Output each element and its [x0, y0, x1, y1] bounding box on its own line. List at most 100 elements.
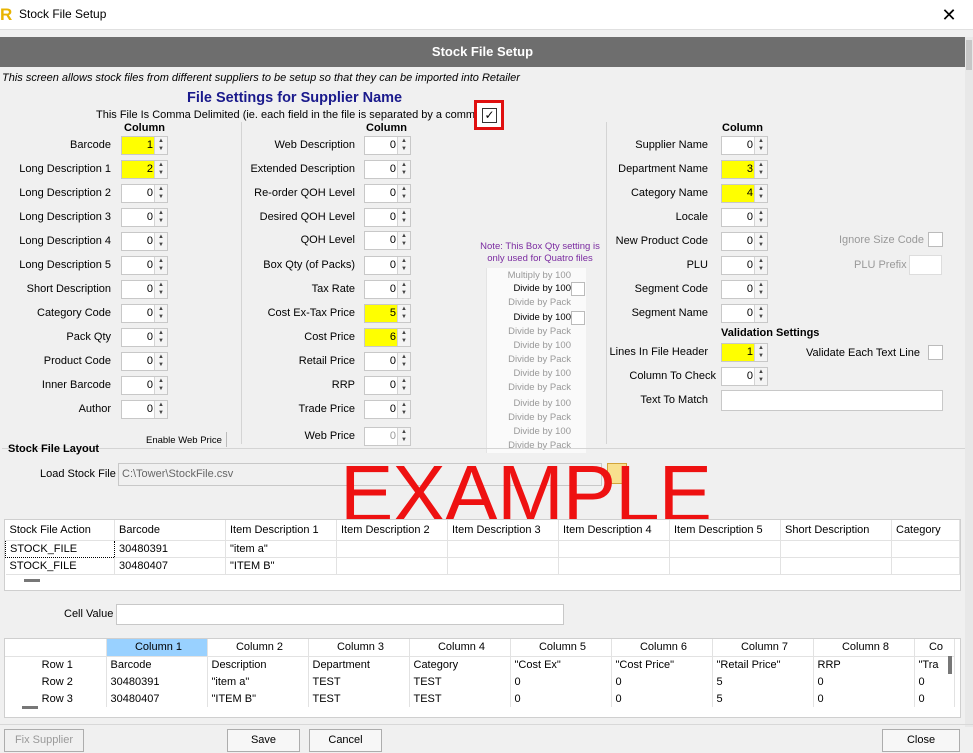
table-row[interactable]: STOCK_FILE 30480391 "item a" [5, 539, 960, 558]
box-qty-checkbox[interactable] [571, 311, 585, 325]
spin-down-icon[interactable]: ▼ [755, 289, 767, 297]
table-cell[interactable]: "ITEM B" [207, 690, 309, 707]
row-label[interactable]: Row 1 [5, 656, 107, 673]
spin-up-icon[interactable]: ▲ [755, 305, 767, 313]
spin-down-icon[interactable]: ▼ [755, 352, 767, 360]
spinner-arrows[interactable]: ▲ ▼ [754, 137, 767, 154]
table-cell[interactable]: TEST [308, 690, 410, 707]
table-cell[interactable] [669, 540, 781, 558]
spin-up-icon[interactable]: ▲ [398, 428, 410, 436]
column-spinner[interactable]: 0 ▲ ▼ [721, 136, 768, 155]
box-qty-option[interactable]: Divide by 100 [487, 312, 571, 323]
table-cell[interactable]: 0 [510, 673, 612, 690]
box-qty-checkbox[interactable] [571, 282, 585, 296]
column-header[interactable]: Column 3 [308, 639, 410, 657]
spinner-arrows[interactable]: ▲ ▼ [154, 233, 167, 250]
spin-down-icon[interactable]: ▼ [398, 217, 410, 225]
column-spinner[interactable]: 0 ▲ ▼ [721, 280, 768, 299]
spin-down-icon[interactable]: ▼ [398, 193, 410, 201]
table-cell[interactable] [447, 557, 559, 575]
box-qty-option[interactable]: Divide by 100 [487, 368, 571, 379]
table-cell[interactable]: STOCK_FILE [5, 557, 115, 575]
table-cell[interactable]: TEST [409, 673, 511, 690]
spin-up-icon[interactable]: ▲ [155, 377, 167, 385]
table-cell[interactable] [558, 557, 670, 575]
table-cell[interactable]: 30480391 [106, 673, 208, 690]
spinner-arrows[interactable]: ▲ ▼ [397, 428, 410, 445]
spinner-arrows[interactable]: ▲ ▼ [397, 377, 410, 394]
lines-in-header-spinner[interactable]: 1 ▲ ▼ [721, 343, 768, 362]
comma-delimited-checkbox[interactable]: ✓ [482, 108, 497, 123]
spinner-arrows[interactable]: ▲ ▼ [754, 161, 767, 178]
column-header[interactable]: Column 7 [712, 639, 814, 657]
spin-down-icon[interactable]: ▼ [398, 240, 410, 248]
spin-down-icon[interactable]: ▼ [155, 313, 167, 321]
spin-down-icon[interactable]: ▼ [155, 241, 167, 249]
spin-up-icon[interactable]: ▲ [155, 353, 167, 361]
table-cell[interactable] [669, 557, 781, 575]
spinner-arrows[interactable]: ▲ ▼ [397, 137, 410, 154]
table-cell[interactable] [447, 540, 559, 558]
column-spinner[interactable]: 0 ▲ ▼ [721, 256, 768, 275]
table-cell[interactable]: "item a" [207, 673, 309, 690]
spin-up-icon[interactable]: ▲ [155, 401, 167, 409]
spin-down-icon[interactable]: ▼ [155, 265, 167, 273]
row-label[interactable]: Row 2 [5, 673, 107, 690]
spin-up-icon[interactable]: ▲ [755, 281, 767, 289]
table-row[interactable]: STOCK_FILE 30480407 "ITEM B" [5, 557, 960, 575]
box-qty-option[interactable]: Divide by Pack [487, 354, 571, 365]
validate-each-checkbox[interactable] [928, 345, 943, 360]
column-spinner[interactable]: 0 ▲ ▼ [121, 256, 168, 275]
spin-down-icon[interactable]: ▼ [155, 169, 167, 177]
box-qty-option[interactable]: Divide by 100 [487, 283, 571, 294]
column-spinner[interactable]: 0 ▲ ▼ [121, 328, 168, 347]
column-header[interactable]: Column 2 [207, 639, 309, 657]
spinner-arrows[interactable]: ▲ ▼ [154, 209, 167, 226]
spinner-arrows[interactable]: ▲ ▼ [754, 185, 767, 202]
table-cell[interactable] [558, 540, 670, 558]
spinner-arrows[interactable]: ▲ ▼ [154, 257, 167, 274]
spin-down-icon[interactable]: ▼ [755, 313, 767, 321]
spinner-arrows[interactable]: ▲ ▼ [397, 161, 410, 178]
table-cell[interactable]: STOCK_FILE [5, 539, 115, 558]
stock-file-grid[interactable]: Stock File Action Barcode Item Description… [4, 519, 961, 591]
table-cell[interactable]: 5 [712, 690, 814, 707]
spin-down-icon[interactable]: ▼ [398, 265, 410, 273]
column-spinner[interactable]: 2 ▲ ▼ [121, 160, 168, 179]
spinner-arrows[interactable]: ▲ ▼ [397, 401, 410, 418]
column-header[interactable]: Item Description 3 [447, 520, 559, 541]
table-cell[interactable]: 30480407 [106, 690, 208, 707]
spinner-arrows[interactable]: ▲ ▼ [154, 137, 167, 154]
spin-up-icon[interactable]: ▲ [155, 281, 167, 289]
box-qty-option[interactable]: Multiply by 100 [487, 270, 571, 281]
column-header[interactable]: Category [891, 520, 960, 541]
spinner-arrows[interactable]: ▲ ▼ [397, 209, 410, 226]
column-spinner[interactable]: 0 ▲ ▼ [364, 376, 411, 395]
raw-data-grid[interactable]: Column 1 Column 2 Column 3 Column 4 Column 5… [4, 638, 961, 718]
column-spinner[interactable]: 0 ▲ ▼ [364, 184, 411, 203]
column-header[interactable]: Co [914, 639, 955, 657]
table-cell[interactable]: Category [409, 656, 511, 673]
cell-value-input[interactable] [116, 604, 564, 625]
spin-down-icon[interactable]: ▼ [755, 193, 767, 201]
grid-scroll-indicator[interactable] [24, 579, 40, 582]
spin-down-icon[interactable]: ▼ [755, 376, 767, 384]
ignore-size-code-checkbox[interactable] [928, 232, 943, 247]
column-spinner[interactable]: 0 ▲ ▼ [121, 208, 168, 227]
spin-up-icon[interactable]: ▲ [155, 209, 167, 217]
table-cell[interactable]: "item a" [225, 540, 337, 558]
table-cell[interactable]: 0 [813, 673, 915, 690]
spinner-arrows[interactable]: ▲ ▼ [154, 305, 167, 322]
box-qty-option[interactable]: Divide by Pack [487, 326, 571, 337]
spin-up-icon[interactable]: ▲ [755, 257, 767, 265]
spin-down-icon[interactable]: ▼ [398, 145, 410, 153]
spinner-arrows[interactable]: ▲ ▼ [397, 329, 410, 346]
text-to-match-input[interactable] [721, 390, 943, 411]
spin-up-icon[interactable]: ▲ [398, 281, 410, 289]
column-spinner[interactable]: 6 ▲ ▼ [364, 328, 411, 347]
table-cell[interactable]: 0 [611, 690, 713, 707]
column-spinner[interactable]: 0 ▲ ▼ [721, 208, 768, 227]
spin-up-icon[interactable]: ▲ [398, 232, 410, 240]
spinner-arrows[interactable]: ▲ ▼ [754, 305, 767, 322]
spinner-arrows[interactable]: ▲ ▼ [154, 281, 167, 298]
